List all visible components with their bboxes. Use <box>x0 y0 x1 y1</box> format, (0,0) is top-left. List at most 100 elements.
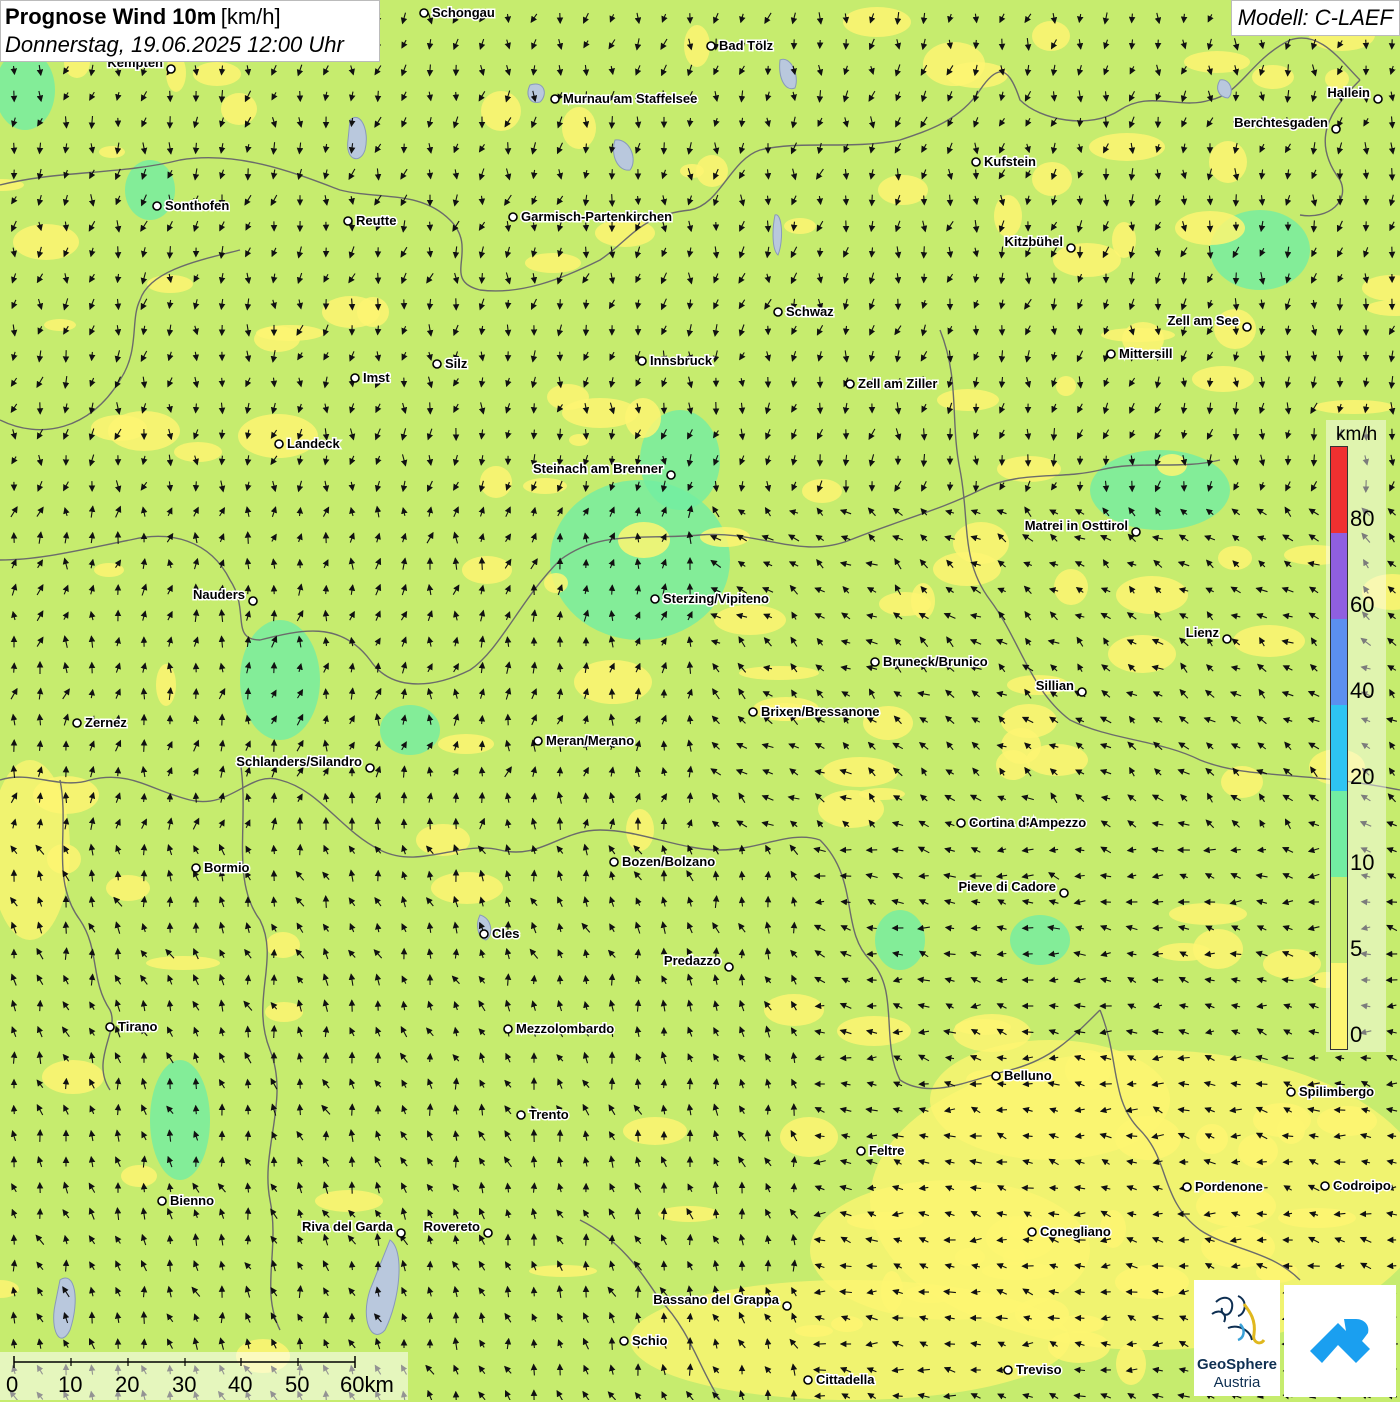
wind-arrow <box>1366 299 1367 310</box>
city-label: Cortina d'Ampezzo <box>969 815 1086 830</box>
logo-name: GeoSphere <box>1194 1356 1280 1373</box>
low-wind-patch <box>547 384 589 410</box>
wind-arrow <box>300 845 301 855</box>
city-label: Reutte <box>356 213 396 228</box>
low-wind-patch <box>623 1117 687 1145</box>
wind-arrow <box>196 689 197 699</box>
city-label: Lienz <box>1186 625 1220 640</box>
calm-wind-patch <box>550 480 730 640</box>
wind-arrow <box>14 1106 15 1114</box>
city-marker[interactable]: Sterzing/Vipiteno <box>651 591 769 606</box>
city-marker[interactable]: Garmisch-Partenkirchen <box>509 209 672 224</box>
city-marker[interactable]: Brixen/Bressanone <box>749 704 880 719</box>
wind-arrow <box>1284 1162 1293 1163</box>
city-marker[interactable]: Meran/Merano <box>534 733 634 748</box>
low-wind-patch <box>1108 635 1176 673</box>
city-dot <box>192 864 200 872</box>
wind-arrow <box>300 91 301 101</box>
city-label: Pieve di Cadore <box>958 879 1056 894</box>
wind-arrow <box>456 92 457 100</box>
city-marker[interactable]: Murnau am Staffelsee <box>551 91 697 106</box>
city-label: Berchtesgaden <box>1234 115 1328 130</box>
app-arrow-icon <box>1284 1285 1396 1397</box>
city-label: Bienno <box>170 1193 214 1208</box>
city-dot <box>651 595 659 603</box>
scale-label-0: 0 <box>6 1372 18 1398</box>
city-marker[interactable]: Bozen/Bolzano <box>610 854 715 869</box>
low-wind-patch <box>13 224 79 260</box>
wind-arrow <box>66 922 67 933</box>
calm-wind-patch <box>240 620 320 740</box>
city-marker[interactable]: Schongau <box>420 5 495 20</box>
low-wind-patch <box>1089 133 1165 161</box>
city-label: Nauders <box>193 587 245 602</box>
wind-arrow <box>1257 1084 1268 1085</box>
city-dot <box>1067 244 1075 252</box>
low-wind-patch <box>562 107 596 149</box>
city-label: Schwaz <box>786 304 834 319</box>
city-dot <box>551 95 559 103</box>
city-dot <box>707 42 715 50</box>
wind-arrow <box>1361 1214 1372 1215</box>
low-wind-patch <box>544 573 568 593</box>
wind-arrow <box>586 325 587 335</box>
city-dot <box>1374 95 1382 103</box>
city-dot <box>1243 323 1251 331</box>
wind-arrow <box>1361 1058 1371 1059</box>
city-marker[interactable]: Conegliano <box>1028 1224 1111 1239</box>
wind-arrow <box>664 1314 665 1323</box>
wind-arrow <box>1153 928 1162 929</box>
wind-arrow <box>170 91 171 101</box>
city-marker[interactable]: Spilimbergo <box>1287 1084 1374 1099</box>
city-marker[interactable]: Bruneck/Brunico <box>871 654 988 669</box>
wind-arrow <box>664 142 665 153</box>
low-wind-patch <box>684 25 710 67</box>
wind-arrow <box>742 1209 743 1219</box>
low-wind-area <box>810 1180 1090 1320</box>
city-dot <box>509 213 517 221</box>
wind-arrow <box>40 1001 41 1011</box>
calm-wind-patch <box>1010 915 1070 965</box>
city-marker[interactable]: Pordenone <box>1183 1179 1263 1194</box>
city-marker[interactable]: Cortina d'Ampezzo <box>957 815 1086 830</box>
app-logo[interactable] <box>1284 1285 1396 1397</box>
wind-arrow <box>1080 482 1081 491</box>
low-wind-patch <box>879 592 931 616</box>
wind-arrow <box>867 1266 877 1267</box>
wind-arrow <box>378 273 379 283</box>
wind-arrow <box>1336 1266 1344 1267</box>
city-dot <box>433 360 441 368</box>
wind-arrow <box>814 1370 826 1371</box>
wind-map[interactable]: SchongauBad TölzKemptenMurnau am Staffel… <box>0 0 1400 1400</box>
city-label: Predazzo <box>664 953 721 968</box>
city-dot <box>774 308 782 316</box>
scale-label-50: 50 <box>285 1372 309 1398</box>
wind-arrow <box>534 403 535 412</box>
city-label: Garmisch-Partenkirchen <box>521 209 672 224</box>
wind-arrow <box>1258 1240 1267 1241</box>
wind-arrow <box>456 1313 457 1323</box>
wind-arrow <box>274 1026 275 1038</box>
city-marker[interactable]: Zell am Ziller <box>846 376 937 391</box>
legend-color-step <box>1331 791 1347 877</box>
low-wind-patch <box>44 319 76 331</box>
city-marker[interactable]: Mezzolombardo <box>504 1021 614 1036</box>
legend-unit: km/h <box>1336 424 1377 446</box>
low-wind-patch <box>1157 943 1211 961</box>
city-label: Sillian <box>1036 678 1074 693</box>
city-dot <box>1078 688 1086 696</box>
city-dot <box>667 471 675 479</box>
low-wind-patch <box>156 664 176 706</box>
geosphere-logo[interactable]: GeoSphere Austria <box>1194 1280 1280 1396</box>
city-marker[interactable]: Innsbruck <box>638 353 713 368</box>
low-wind-patch <box>780 1117 838 1157</box>
low-wind-patch <box>764 994 824 1026</box>
low-wind-patch <box>1233 625 1305 657</box>
city-label: Silz <box>445 356 468 371</box>
low-wind-patch <box>923 42 985 86</box>
wind-arrow <box>867 954 876 955</box>
city-marker[interactable]: Sonthofen <box>153 198 229 213</box>
city-dot <box>1183 1183 1191 1191</box>
calm-wind-patch <box>380 705 440 755</box>
low-wind-patch <box>994 195 1022 237</box>
